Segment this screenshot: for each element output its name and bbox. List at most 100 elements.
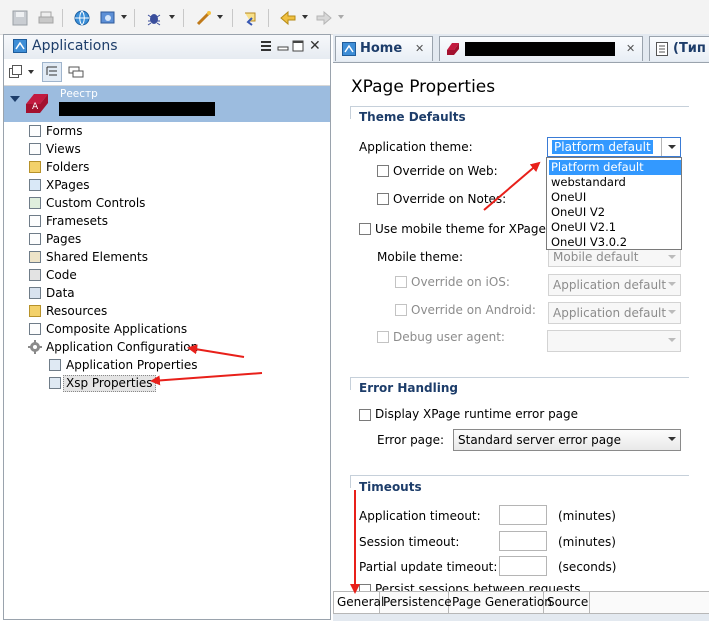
theme-options-list: Platform default webstandard OneUI OneUI… bbox=[546, 157, 682, 250]
partial-update-timeout-unit: (seconds) bbox=[558, 560, 617, 574]
partial-update-timeout-input[interactable] bbox=[499, 556, 547, 576]
partial-update-timeout-label: Partial update timeout: bbox=[359, 560, 498, 574]
applications-icon bbox=[13, 39, 27, 53]
chevron-down-icon[interactable] bbox=[662, 275, 680, 293]
forward-dropdown-icon[interactable] bbox=[338, 15, 344, 19]
tab-general[interactable]: General bbox=[333, 592, 384, 613]
wand-icon[interactable] bbox=[196, 10, 212, 26]
chevron-down-icon[interactable] bbox=[662, 248, 680, 266]
application-timeout-unit: (minutes) bbox=[558, 509, 616, 523]
debug-dropdown-icon[interactable] bbox=[169, 15, 175, 19]
code-icon bbox=[29, 269, 41, 281]
editor-tabs: Home ✕ ✕ (Тип bbox=[333, 34, 709, 63]
theme-option[interactable]: OneUI V3.0.2 bbox=[549, 235, 681, 250]
print-icon[interactable] bbox=[38, 10, 54, 26]
maximize-icon[interactable] bbox=[292, 40, 304, 52]
tab-partial[interactable]: (Тип bbox=[649, 36, 709, 61]
override-web-label: Override on Web: bbox=[393, 164, 498, 178]
override-ios-label: Override on iOS: bbox=[411, 275, 510, 289]
wand-dropdown-icon[interactable] bbox=[217, 15, 223, 19]
mobile-theme-select[interactable]: Mobile default bbox=[548, 247, 681, 267]
debug-user-agent-checkbox[interactable] bbox=[377, 331, 389, 343]
properties-icon bbox=[49, 359, 61, 371]
tab-page-generation[interactable]: Page Generation bbox=[449, 592, 552, 613]
tab-persistence[interactable]: Persistence bbox=[380, 592, 452, 613]
debug-user-agent-select[interactable] bbox=[547, 330, 681, 352]
mobile-theme-value: Mobile default bbox=[553, 250, 639, 264]
save-icon[interactable] bbox=[12, 10, 28, 26]
tree-item-label: XPages bbox=[46, 178, 90, 192]
timeouts-title: Timeouts bbox=[359, 480, 422, 494]
bottom-tab-bar: General Persistence Page Generation Sour… bbox=[333, 591, 709, 614]
close-tab-icon[interactable]: ✕ bbox=[415, 42, 424, 55]
debug-bug-icon[interactable] bbox=[146, 10, 162, 26]
database-icon bbox=[446, 42, 460, 56]
applications-view-title: Applications bbox=[32, 38, 118, 54]
use-mobile-theme-checkbox[interactable] bbox=[359, 223, 371, 235]
theme-option[interactable]: Platform default bbox=[549, 160, 681, 175]
back-arrow-icon[interactable] bbox=[280, 10, 296, 26]
preview-icon[interactable] bbox=[100, 10, 116, 26]
new-copy-dropdown-icon[interactable] bbox=[28, 70, 34, 74]
session-timeout-unit: (minutes) bbox=[558, 535, 616, 549]
application-theme-label: Application theme: bbox=[359, 140, 473, 154]
shared-elements-icon bbox=[29, 251, 41, 263]
error-page-select[interactable]: Standard server error page bbox=[453, 429, 681, 451]
tab-redacted[interactable]: ✕ bbox=[439, 36, 643, 61]
application-timeout-input[interactable] bbox=[499, 505, 547, 525]
expand-arrow-icon[interactable] bbox=[10, 96, 20, 102]
persist-sessions-checkbox[interactable] bbox=[359, 584, 371, 591]
new-copy-icon[interactable] bbox=[9, 65, 23, 79]
theme-option[interactable]: OneUI V2.1 bbox=[549, 220, 681, 235]
override-notes-label: Override on Notes: bbox=[393, 192, 507, 206]
session-timeout-input[interactable] bbox=[499, 531, 547, 551]
minimize-icon[interactable] bbox=[277, 40, 289, 52]
theme-defaults-title: Theme Defaults bbox=[359, 110, 466, 124]
use-mobile-theme-label: Use mobile theme for XPages wi bbox=[375, 222, 570, 236]
theme-option[interactable]: OneUI V2 bbox=[549, 205, 681, 220]
mobile-theme-label: Mobile theme: bbox=[377, 250, 463, 264]
override-android-select[interactable]: Application default bbox=[548, 302, 681, 324]
page-title: XPage Properties bbox=[351, 77, 496, 97]
tab-label: Home bbox=[360, 41, 403, 56]
override-android-checkbox[interactable] bbox=[395, 304, 407, 316]
tree-item-label: Code bbox=[46, 268, 77, 282]
override-notes-checkbox[interactable] bbox=[377, 193, 389, 205]
collapse-all-icon[interactable] bbox=[68, 64, 84, 80]
chevron-down-icon[interactable] bbox=[662, 331, 680, 349]
application-theme-select[interactable]: Platform default bbox=[547, 137, 681, 157]
override-web-checkbox[interactable] bbox=[377, 165, 389, 177]
properties-icon bbox=[49, 377, 61, 389]
tree-item-label: Application Configuration bbox=[46, 340, 199, 354]
theme-option[interactable]: OneUI bbox=[549, 190, 681, 205]
tab-source[interactable]: Source bbox=[544, 592, 590, 613]
forward-arrow-icon[interactable] bbox=[316, 10, 332, 26]
back-dropdown-icon[interactable] bbox=[302, 15, 308, 19]
override-ios-checkbox[interactable] bbox=[395, 276, 407, 288]
display-error-page-checkbox[interactable] bbox=[359, 409, 371, 421]
tree-item-label: Forms bbox=[46, 124, 83, 138]
redacted-block bbox=[59, 102, 215, 116]
chevron-down-icon[interactable] bbox=[662, 303, 680, 321]
xpage-icon bbox=[29, 179, 41, 191]
link-with-editor-icon[interactable] bbox=[42, 62, 62, 82]
tree-item-label: Views bbox=[46, 142, 81, 156]
override-ios-select[interactable]: Application default bbox=[548, 274, 681, 296]
preview-dropdown-icon[interactable] bbox=[121, 15, 127, 19]
close-tab-icon[interactable]: ✕ bbox=[626, 42, 635, 55]
application-timeout-label: Application timeout: bbox=[359, 509, 481, 523]
close-icon[interactable]: ✕ bbox=[309, 38, 321, 54]
chevron-down-icon[interactable] bbox=[662, 430, 680, 448]
theme-option[interactable]: webstandard bbox=[549, 175, 681, 190]
persist-sessions-label: Persist sessions between requests bbox=[375, 582, 581, 591]
tree-app-node[interactable]: A Реестр bbox=[4, 86, 330, 122]
composite-app-icon bbox=[29, 323, 41, 335]
tree-item-label: Framesets bbox=[46, 214, 108, 228]
folder-icon bbox=[29, 161, 41, 173]
last-edit-location-icon[interactable] bbox=[244, 10, 260, 26]
tree-item-label: Pages bbox=[46, 232, 82, 246]
tab-home[interactable]: Home ✕ bbox=[335, 36, 433, 61]
globe-icon[interactable] bbox=[74, 10, 90, 26]
view-menu-icon[interactable] bbox=[260, 40, 272, 52]
chevron-down-icon[interactable] bbox=[661, 138, 680, 156]
